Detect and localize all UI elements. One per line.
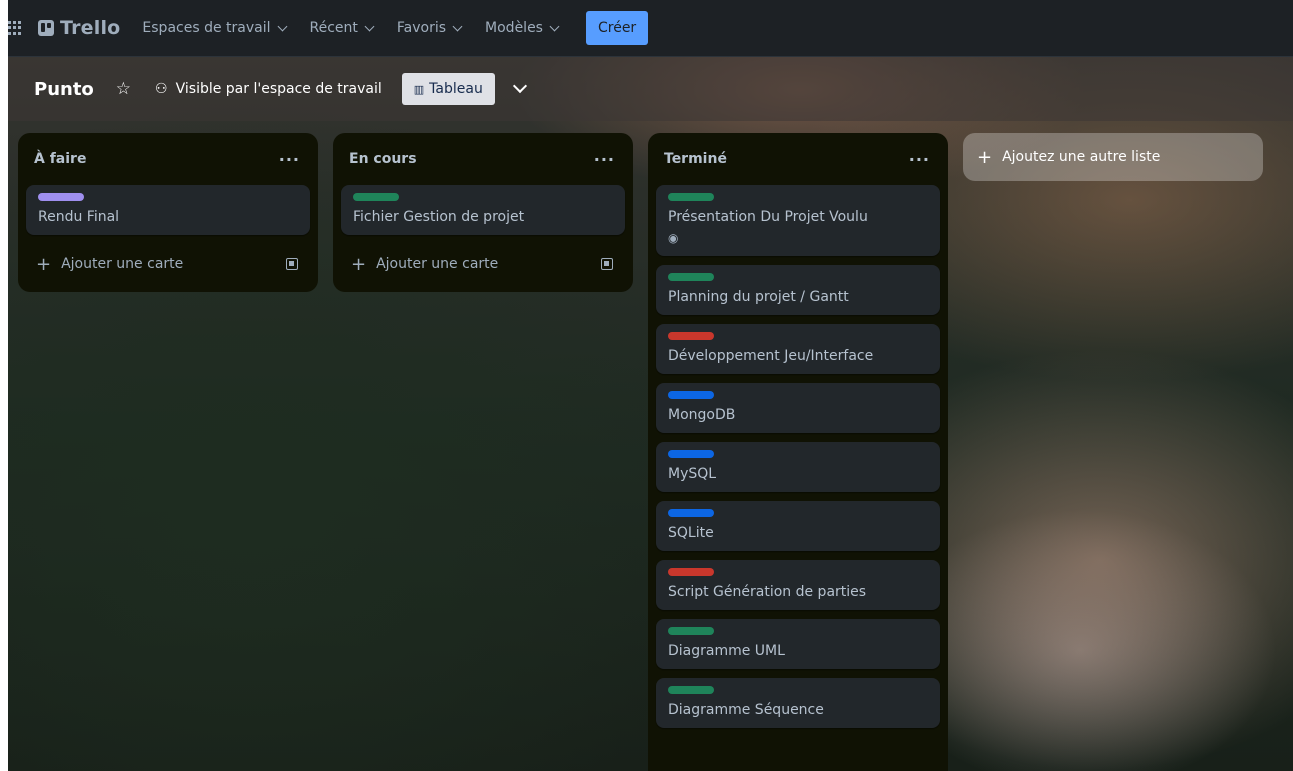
card-title: Diagramme UML — [668, 643, 785, 659]
nav-templates-label: Modèles — [485, 20, 543, 36]
card-title: MySQL — [668, 466, 717, 482]
card-container: Fichier Gestion de projet — [341, 177, 625, 235]
card[interactable]: Présentation Du Projet Voulu ◉ — [656, 185, 940, 256]
card-template-icon[interactable] — [286, 258, 298, 270]
card-title: Développement Jeu/Interface — [668, 348, 874, 364]
card[interactable]: SQLite — [656, 501, 940, 551]
board-title[interactable]: Punto — [34, 79, 94, 100]
card[interactable]: Planning du projet / Gantt — [656, 265, 940, 315]
list-menu-icon[interactable]: ··· — [594, 150, 615, 169]
list-menu-icon[interactable]: ··· — [279, 150, 300, 169]
card[interactable]: Développement Jeu/Interface — [656, 324, 940, 374]
trello-logo-icon — [38, 20, 54, 36]
card-template-icon[interactable] — [601, 258, 613, 270]
card[interactable]: Rendu Final — [26, 185, 310, 235]
card[interactable]: Diagramme Séquence — [656, 678, 940, 728]
card-title: Rendu Final — [38, 209, 120, 225]
nav-starred[interactable]: Favoris — [396, 20, 463, 36]
plus-icon: + — [36, 253, 52, 275]
list-title[interactable]: À faire — [34, 151, 86, 167]
list-todo: À faire ··· Rendu Final + Ajouter une ca… — [18, 133, 318, 292]
add-list-label: Ajoutez une autre liste — [1002, 149, 1161, 165]
nav-recent-label: Récent — [309, 20, 358, 36]
chevron-down-icon — [277, 21, 287, 31]
create-button[interactable]: Créer — [585, 11, 649, 45]
board-view-button[interactable]: ▥ Tableau — [401, 73, 495, 105]
list-header: En cours ··· — [341, 141, 625, 177]
star-icon[interactable]: ☆ — [116, 79, 131, 99]
nav-templates[interactable]: Modèles — [485, 20, 560, 36]
board-header: Punto ☆ ⚇ Visible par l'espace de travai… — [0, 57, 1293, 121]
card-title: Diagramme Séquence — [668, 702, 824, 718]
card[interactable]: Fichier Gestion de projet — [341, 185, 625, 235]
nav-workspaces-label: Espaces de travail — [142, 20, 271, 36]
card-label[interactable] — [353, 193, 399, 201]
plus-icon: + — [977, 146, 993, 168]
card[interactable]: MongoDB — [656, 383, 940, 433]
chevron-down-icon — [452, 21, 463, 31]
card-title: SQLite — [668, 525, 714, 541]
list-in-progress: En cours ··· Fichier Gestion de projet +… — [333, 133, 633, 292]
visibility-button[interactable]: ⚇ Visible par l'espace de travail — [155, 81, 382, 97]
card[interactable]: MySQL — [656, 442, 940, 492]
card-label[interactable] — [668, 450, 714, 458]
nav-recent[interactable]: Récent — [309, 20, 375, 36]
card-label[interactable] — [668, 509, 714, 517]
card-label[interactable] — [668, 686, 714, 694]
board-view-label: Tableau — [429, 81, 483, 97]
eye-icon: ◉ — [668, 231, 679, 245]
card[interactable]: Script Génération de parties — [656, 560, 940, 610]
card-title: Planning du projet / Gantt — [668, 289, 849, 305]
card-label[interactable] — [668, 568, 714, 576]
card-title: MongoDB — [668, 407, 736, 423]
list-header: Terminé ··· — [656, 141, 940, 177]
card-label[interactable] — [668, 193, 714, 201]
app-switcher-icon[interactable] — [8, 21, 22, 35]
add-card-label: Ajouter une carte — [61, 256, 184, 272]
visibility-label: Visible par l'espace de travail — [175, 81, 382, 97]
list-header: À faire ··· — [26, 141, 310, 177]
add-card-label: Ajouter une carte — [376, 256, 499, 272]
list-done: Terminé ··· Présentation Du Projet Voulu… — [648, 133, 948, 771]
add-list-button[interactable]: + Ajoutez une autre liste — [963, 133, 1263, 181]
logo-text: Trello — [60, 17, 121, 39]
card-title: Présentation Du Projet Voulu — [668, 209, 868, 225]
nav-starred-label: Favoris — [396, 20, 447, 36]
list-title[interactable]: Terminé — [664, 151, 727, 167]
list-menu-icon[interactable]: ··· — [909, 150, 930, 169]
chevron-down-icon — [364, 21, 375, 31]
add-card-button[interactable]: + Ajouter une carte — [341, 244, 625, 284]
card-title: Script Génération de parties — [668, 584, 867, 600]
board-view-icon: ▥ — [413, 82, 424, 96]
card-label[interactable] — [668, 391, 714, 399]
add-card-left: + Ajouter une carte — [36, 254, 183, 275]
window-edge — [0, 0, 8, 771]
card-label[interactable] — [668, 627, 714, 635]
card-label[interactable] — [668, 273, 714, 281]
card-label[interactable] — [38, 193, 84, 201]
add-card-button[interactable]: + Ajouter une carte — [26, 244, 310, 284]
plus-icon: + — [351, 253, 367, 275]
view-switcher-chevron-icon[interactable] — [512, 78, 527, 94]
card-title: Fichier Gestion de projet — [353, 209, 525, 225]
trello-logo[interactable]: Trello — [38, 17, 120, 39]
chevron-down-icon — [549, 21, 560, 31]
people-icon: ⚇ — [155, 81, 168, 97]
card-label[interactable] — [668, 332, 714, 340]
card[interactable]: Diagramme UML — [656, 619, 940, 669]
card-container: Rendu Final — [26, 177, 310, 235]
add-card-left: + Ajouter une carte — [351, 254, 498, 275]
card-container: Présentation Du Projet Voulu ◉ Planning … — [656, 177, 940, 728]
nav-workspaces[interactable]: Espaces de travail — [142, 20, 287, 36]
top-navigation: Trello Espaces de travail Récent Favoris… — [0, 0, 1293, 57]
list-title[interactable]: En cours — [349, 151, 417, 167]
